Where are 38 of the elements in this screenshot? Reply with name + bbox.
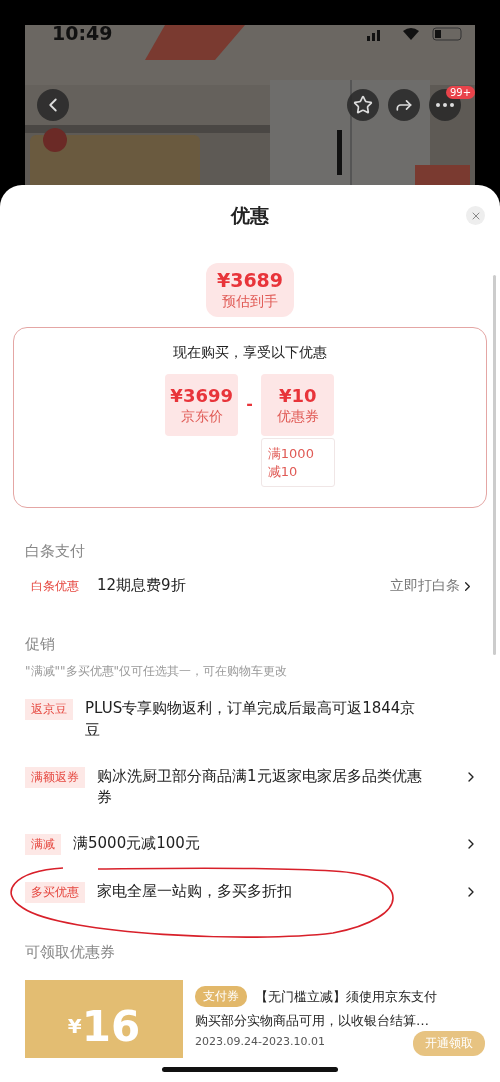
signal-icon <box>367 30 380 41</box>
price-label: 优惠券 <box>276 407 319 426</box>
coupon-title: 【无门槛立减】须使用京东支付 <box>255 987 437 1006</box>
price-label: 京东价 <box>180 407 223 426</box>
breakdown-heading: 现在购买，享受以下优惠 <box>173 344 327 362</box>
status-time: 10:49 <box>52 22 113 44</box>
estimate-label: 预估到手 <box>222 293 278 311</box>
coupon-tag: 支付券 <box>195 986 247 1008</box>
price-value: ¥10 <box>279 384 317 406</box>
coupon-description: 购买部分实物商品可用，以收银台结算… <box>195 1012 430 1031</box>
coupon-currency: ¥ <box>67 1014 82 1039</box>
coupon-amount: 16 <box>81 1001 141 1051</box>
baitiao-link[interactable]: 立即打白条 <box>390 577 475 596</box>
promo-text: 12期息费9折 <box>97 575 186 597</box>
price-value: ¥3699 <box>170 384 233 406</box>
promo-tag: 返京豆 <box>25 699 73 721</box>
star-icon <box>353 95 373 115</box>
battery-icon <box>432 27 462 41</box>
promo-tag: 满减 <box>25 834 61 856</box>
coupon-condition: 满1000 减10 <box>260 438 335 488</box>
sheet-title: 优惠 <box>231 203 269 228</box>
section-heading: 可领取优惠券 <box>25 943 116 963</box>
promo-text: 购冰洗厨卫部分商品满1元返家电家居多品类优惠券 <box>97 765 422 809</box>
wifi-icon <box>403 28 419 40</box>
close-button[interactable] <box>466 206 485 225</box>
promo-tag: 多买优惠 <box>25 882 85 904</box>
minus-sign: - <box>246 394 253 413</box>
more-icon <box>436 103 454 107</box>
promo-tag: 满额返券 <box>25 766 85 788</box>
section-heading: 促销 <box>25 635 56 655</box>
promo-hint: "满减""多买优惠"仅可任选其一，可在购物车更改 <box>25 663 289 681</box>
estimate-price: ¥3689 <box>216 269 284 291</box>
promo-text: 家电全屋一站购，多买多折扣 <box>97 881 292 903</box>
promo-tag: 白条优惠 <box>25 576 85 598</box>
promo-text: PLUS专享购物返利，订单完成后最高可返1844京豆 <box>85 698 417 741</box>
promo-text: 满5000元减100元 <box>73 833 200 855</box>
section-heading: 白条支付 <box>25 542 86 562</box>
coupon-date: 2023.09.24-2023.10.01 <box>195 1035 325 1049</box>
